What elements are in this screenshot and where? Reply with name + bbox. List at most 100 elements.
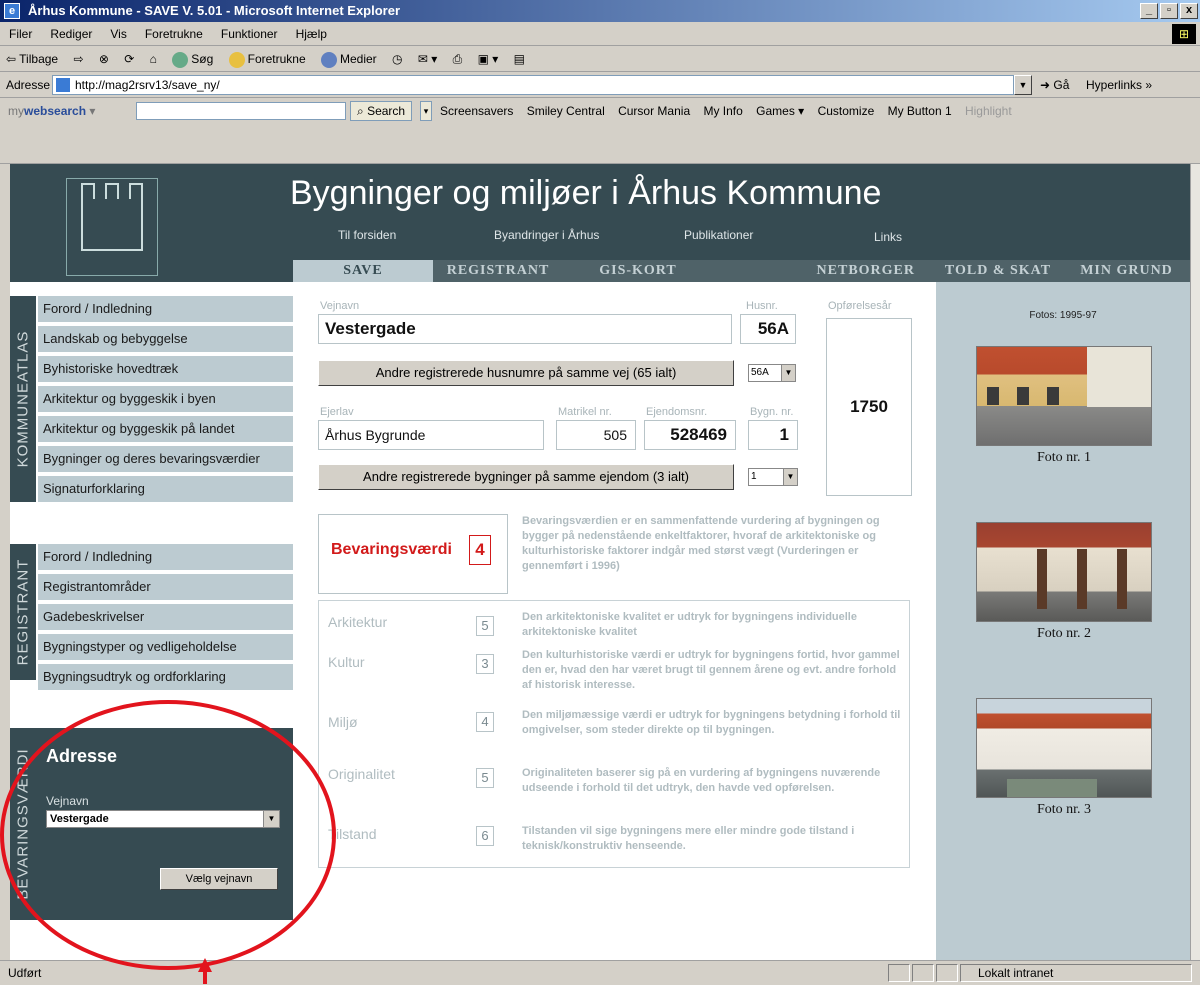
sidebar-item-registrant-forord[interactable]: Forord / Indledning: [38, 544, 293, 570]
nav-links-link[interactable]: Links: [874, 230, 902, 244]
address-dropdown[interactable]: ▼: [1014, 75, 1032, 95]
menu-help[interactable]: Hjælp: [287, 22, 336, 46]
close-button[interactable]: x: [1180, 3, 1198, 19]
cursor-mania-link[interactable]: Cursor Mania: [618, 98, 690, 124]
menu-tools[interactable]: Funktioner: [212, 22, 287, 46]
sidebar-item-gadebeskrivelser[interactable]: Gadebeskrivelser: [38, 604, 293, 630]
owner-field: Århus Bygrunde: [318, 420, 544, 450]
stop-icon[interactable]: ⊗: [99, 46, 109, 72]
photo-caption-3: Foto nr. 3: [1036, 802, 1092, 817]
hyperlinks-toolbar[interactable]: Hyperlinks »: [1086, 72, 1152, 98]
coat-of-arms-icon: [66, 178, 158, 276]
smiley-central-link[interactable]: Smiley Central: [527, 98, 605, 124]
search-input[interactable]: [136, 102, 346, 120]
sidebar-item-bygninger[interactable]: Bygninger og deres bevaringsværdier: [38, 446, 293, 472]
house-number-field: 56A: [740, 314, 796, 344]
maximize-button[interactable]: ▫: [1160, 3, 1178, 19]
building-photo-2[interactable]: [976, 522, 1152, 622]
ie-icon: e: [4, 3, 20, 19]
sidebar-item-registrantomraader[interactable]: Registrantområder: [38, 574, 293, 600]
my-button-link[interactable]: My Button 1: [888, 98, 952, 124]
nav-publications-link[interactable]: Publikationer: [684, 228, 753, 242]
tab-registrant[interactable]: REGISTRANT: [433, 260, 563, 282]
search-dropdown[interactable]: ▾: [420, 101, 432, 121]
customize-link[interactable]: Customize: [818, 98, 875, 124]
sidebar-item-bygningsudtryk[interactable]: Bygningsudtryk og ordforklaring: [38, 664, 293, 690]
status-cell: [936, 964, 958, 982]
street-label: Vejnavn: [320, 300, 360, 312]
mywebsearch-logo[interactable]: mywebsearch ▾: [8, 98, 95, 124]
sidebar-item-forord[interactable]: Forord / Indledning: [38, 296, 293, 322]
tab-netborger[interactable]: NETBORGER: [713, 260, 933, 282]
print-icon[interactable]: ⎙: [453, 46, 463, 72]
mail-icon[interactable]: ✉ ▾: [418, 46, 437, 72]
section-label-registrant: REGISTRANT: [10, 544, 36, 680]
sidebar-item-arkitektur-byen[interactable]: Arkitektur og byggeskik i byen: [38, 386, 293, 412]
building-photo-1[interactable]: [976, 346, 1152, 446]
tab-min-grund[interactable]: MIN GRUND: [1063, 260, 1190, 282]
edit-icon[interactable]: ▣ ▾: [478, 46, 499, 72]
house-number-select[interactable]: 56A ▼: [748, 364, 796, 382]
home-icon[interactable]: ⌂: [150, 46, 157, 72]
highlight-link[interactable]: Highlight: [965, 98, 1012, 124]
value-number: 4: [469, 535, 491, 565]
nav-changes-link[interactable]: Byandringer i Århus: [494, 228, 599, 242]
nav-home-link[interactable]: Til forsiden: [338, 228, 396, 242]
year-label: Opførelsesår: [828, 300, 892, 312]
menu-view[interactable]: Vis: [101, 22, 135, 46]
tab-gis-kort[interactable]: GIS-KORT: [563, 260, 713, 282]
tab-save[interactable]: SAVE: [293, 260, 433, 282]
building-select[interactable]: 1 ▼: [748, 468, 798, 486]
status-cell: [888, 964, 910, 982]
games-link[interactable]: Games ▾: [756, 98, 804, 124]
rating-desc-culture: Den kulturhistoriske værdi er udtryk for…: [522, 649, 900, 691]
rating-desc-originality: Originaliteten baserer sig på en vurderi…: [522, 767, 881, 794]
year-field: 1750: [826, 318, 912, 496]
sidebar-item-signatur[interactable]: Signaturforklaring: [38, 476, 293, 502]
other-buildings-button[interactable]: Andre registrerede bygninger på samme ej…: [318, 464, 734, 490]
choose-street-button[interactable]: Vælg vejnavn: [160, 868, 278, 890]
sidebar-item-landskab[interactable]: Landskab og bebyggelse: [38, 326, 293, 352]
sidebar-item-arkitektur-landet[interactable]: Arkitektur og byggeskik på landet: [38, 416, 293, 442]
search-submit-button[interactable]: ⌕ Search: [350, 101, 413, 121]
house-number-label: Husnr.: [746, 300, 778, 312]
address-panel: BEVARINGSVÆRDI Adresse Vejnavn Vestergad…: [10, 728, 293, 920]
value-label: Bevaringsværdi: [331, 541, 452, 558]
menu-edit[interactable]: Rediger: [41, 22, 101, 46]
rating-desc-condition: Tilstanden vil sige bygningens mere elle…: [522, 825, 855, 852]
menu-favorites[interactable]: Foretrukne: [136, 22, 212, 46]
status-text: Udført: [8, 966, 42, 980]
rating-value-originality: 5: [476, 768, 494, 788]
favorites-button[interactable]: Foretrukne: [228, 46, 306, 72]
chevron-down-icon: ▼: [263, 811, 279, 827]
other-house-numbers-button[interactable]: Andre registrerede husnumre på samme vej…: [318, 360, 734, 386]
address-panel-title: Adresse: [46, 746, 118, 766]
web-page: Bygninger og miljøer i Århus Kommune Til…: [10, 164, 1190, 960]
sidebar-item-byhistoriske[interactable]: Byhistoriske hovedtræk: [38, 356, 293, 382]
forward-button[interactable]: ⇨: [73, 46, 83, 72]
address-input[interactable]: http://mag2rsrv13/save_ny/: [52, 75, 1014, 95]
sidebar-item-bygningstyper[interactable]: Bygningstyper og vedligeholdelse: [38, 634, 293, 660]
discuss-icon[interactable]: ▤: [514, 46, 525, 72]
back-button[interactable]: ⇦ Tilbage: [6, 46, 58, 72]
tab-told-skat[interactable]: TOLD & SKAT: [933, 260, 1063, 282]
street-field: Vestergade: [318, 314, 732, 344]
my-info-link[interactable]: My Info: [703, 98, 742, 124]
page-icon: [56, 78, 70, 92]
menu-file[interactable]: Filer: [0, 22, 41, 46]
refresh-icon[interactable]: ⟳: [124, 46, 134, 72]
building-photo-3[interactable]: [976, 698, 1152, 798]
minimize-button[interactable]: _: [1140, 3, 1158, 19]
search-button[interactable]: Søg: [172, 46, 213, 72]
media-button[interactable]: Medier: [320, 46, 377, 72]
street-select[interactable]: Vestergade ▼: [46, 810, 280, 828]
vertical-scrollbar[interactable]: [1190, 164, 1200, 960]
building-field: 1: [748, 420, 798, 450]
history-icon[interactable]: ◷: [392, 46, 402, 72]
sidebar: KOMMUNEATLAS Forord / Indledning Landska…: [10, 282, 293, 960]
rating-value-environment: 4: [476, 712, 494, 732]
matrikel-field: 505: [556, 420, 636, 450]
screensavers-link[interactable]: Screensavers: [440, 98, 513, 124]
go-button[interactable]: ➜ Gå: [1040, 72, 1069, 98]
status-cell: [912, 964, 934, 982]
